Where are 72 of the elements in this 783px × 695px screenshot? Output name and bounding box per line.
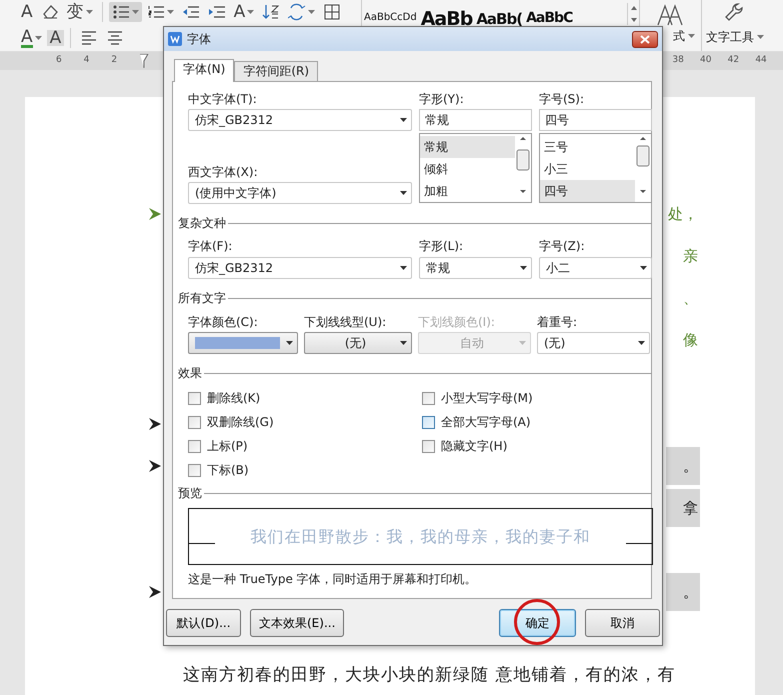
dropdown[interactable]: (无)	[537, 332, 650, 354]
ruler-number: 6	[56, 54, 63, 68]
field-label: 下划线线型(U):	[304, 314, 388, 330]
dialog-button[interactable]: 文本效果(E)...	[250, 609, 344, 637]
format-button[interactable]: A	[18, 28, 45, 48]
list-box[interactable]: 三号 小三 四号	[539, 133, 652, 203]
field-label: 字体颜色(C):	[188, 314, 259, 330]
style-preset[interactable]: AaBbCcDd	[362, 3, 419, 27]
ruler-number: 4	[84, 54, 90, 68]
dropdown[interactable]: 仿宋_GB2312	[188, 257, 412, 279]
checkbox-label: 小型大写字母(M)	[441, 390, 533, 407]
document-text: 这南方初春的田野，大块小块的新绿随 意地铺着，有的浓，有	[183, 664, 676, 688]
document-text: 拿	[683, 498, 698, 519]
dropdown[interactable]: 仿宋_GB2312	[188, 109, 412, 131]
list-box[interactable]: 常规 倾斜 加粗	[419, 133, 532, 203]
dropdown[interactable]: (使用中文字体)	[188, 182, 412, 204]
document-text: 、	[683, 288, 698, 309]
dropdown[interactable]: 小二	[539, 257, 652, 279]
checkbox-label: 上标(P)	[207, 438, 248, 455]
dialog-button[interactable]: 默认(D)...	[166, 609, 241, 637]
format-button[interactable]: A	[230, 4, 258, 20]
dropdown[interactable]: (无)	[304, 332, 412, 354]
field-label: 字形(Y):	[419, 91, 465, 107]
dialog-button[interactable]: 确定	[499, 609, 576, 637]
checkbox-label: 全部大写字母(A)	[441, 414, 531, 431]
list-item[interactable]: 加粗	[420, 180, 515, 202]
tab[interactable]: 字符间距(R)	[234, 61, 318, 81]
ruler-number: 40	[700, 54, 712, 68]
text-field[interactable]: 四号	[539, 109, 652, 131]
section-heading: 所有文字	[178, 290, 226, 307]
ruler-number: 44	[755, 54, 768, 68]
checkbox-label: 隐藏文字(H)	[441, 438, 508, 455]
font-note: 这是一种 TrueType 字体，同时适用于屏幕和打印机。	[188, 572, 478, 586]
preview-text: 我们在田野散步：我，我的母亲，我的妻子和	[250, 526, 592, 548]
tab[interactable]: 字体(N)	[174, 59, 234, 82]
checkbox-label: 下标(B)	[207, 462, 249, 479]
document-text: 。	[683, 582, 698, 603]
checkbox-label: 双删除线(G)	[207, 414, 274, 431]
styles-button[interactable]: 式	[673, 27, 685, 45]
document-text: 像	[683, 330, 698, 351]
section-heading: 复杂文种	[178, 215, 226, 232]
list-item[interactable]: 四号	[540, 180, 635, 202]
list-item[interactable]: 小三	[540, 158, 635, 180]
field-label: 西文字体(X):	[188, 164, 259, 180]
format-button[interactable]: A	[46, 30, 64, 46]
dropdown[interactable]: 常规	[419, 257, 532, 279]
dialog-button[interactable]: 取消	[585, 609, 660, 637]
tools-button[interactable]: 文字工具	[702, 0, 768, 51]
field-label: 字形(L):	[419, 238, 464, 254]
format-button[interactable]: 变	[64, 4, 96, 20]
document-text: 。	[683, 456, 698, 477]
list-item[interactable]: 倾斜	[420, 158, 515, 180]
list-item[interactable]: 常规	[420, 136, 515, 158]
field-label: 字号(Z):	[539, 238, 586, 254]
field-label: 字体(F):	[188, 238, 234, 254]
field-label: 字号(S):	[539, 91, 586, 107]
list-item[interactable]: 三号	[540, 136, 635, 158]
field-label: 中文字体(T):	[188, 91, 258, 107]
field-label: 下划线颜色(I):	[418, 314, 496, 330]
ruler-number: 38	[672, 54, 685, 68]
dropdown: 自动	[418, 332, 531, 354]
text-field[interactable]: 常规	[419, 109, 532, 131]
document-text: 亲	[683, 246, 698, 267]
section-heading: 预览	[178, 485, 202, 502]
section-heading: 效果	[178, 365, 202, 382]
checkbox-label: 删除线(K)	[207, 390, 260, 407]
document-text: 处，	[668, 204, 698, 225]
field-label: 着重号:	[537, 314, 578, 330]
format-button[interactable]: A	[18, 4, 36, 20]
ruler-number: 42	[728, 54, 740, 68]
window-title: 字体	[187, 31, 211, 48]
ruler-number: 2	[111, 54, 118, 68]
